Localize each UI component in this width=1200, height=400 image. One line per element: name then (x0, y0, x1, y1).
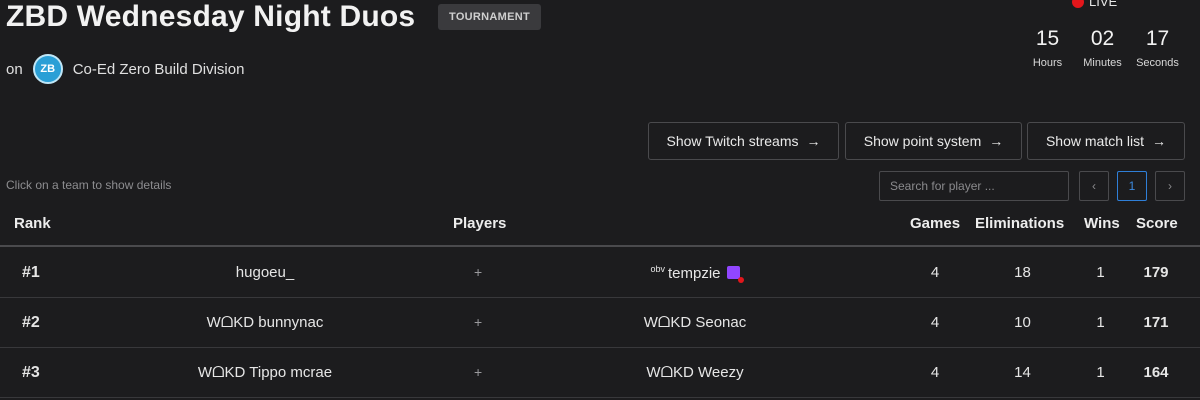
arrow-right-icon: → (1152, 133, 1167, 149)
header-score[interactable]: Score (1136, 215, 1178, 232)
division-logo[interactable]: ZB (32, 54, 63, 84)
player-search-input[interactable] (879, 171, 1069, 201)
countdown-label: Hours (1032, 57, 1063, 69)
player-tag: obv (650, 264, 665, 274)
show-match-list-button[interactable]: Show match list → (1027, 122, 1185, 160)
button-label: Show point system (863, 133, 982, 149)
team-separator: + (474, 364, 483, 380)
team-separator: + (474, 314, 483, 330)
header-players: Players (453, 215, 507, 232)
eliminations-cell: 14 (1014, 364, 1031, 381)
arrow-right-icon: → (989, 133, 1004, 149)
games-cell: 4 (930, 264, 940, 281)
button-label: Show match list (1045, 133, 1145, 149)
show-point-system-button[interactable]: Show point system → (845, 122, 1022, 160)
rank-cell: #1 (22, 264, 40, 281)
tournament-badge: TOURNAMENT (438, 4, 542, 30)
player-name: WᗝKD bunnynac (206, 314, 324, 331)
countdown-minutes: 02 Minutes (1075, 27, 1130, 69)
prev-page-button[interactable]: ‹ (1079, 171, 1109, 201)
countdown-value: 17 (1145, 27, 1170, 50)
player-name: WᗝKD Tippo mcrae (197, 364, 333, 381)
countdown-seconds: 17 Seconds (1130, 27, 1185, 69)
next-page-button[interactable]: › (1155, 171, 1185, 201)
page-title: ZBD Wednesday Night Duos (6, 0, 416, 33)
table-row[interactable]: #2 WᗝKD bunnynac + WᗝKD Seonac 4 10 1 17… (0, 298, 1200, 348)
header-rank[interactable]: Rank (14, 215, 51, 232)
player-name: WᗝKD Weezy (646, 364, 744, 381)
arrow-right-icon: → (806, 133, 821, 149)
countdown-label: Minutes (1083, 57, 1122, 69)
games-cell: 4 (930, 314, 940, 331)
rank-cell: #3 (22, 364, 40, 381)
countdown-value: 15 (1035, 27, 1060, 50)
on-prefix: on (6, 60, 23, 78)
countdown-value: 02 (1090, 27, 1115, 50)
score-cell: 179 (1143, 264, 1169, 281)
header-eliminations[interactable]: Eliminations (975, 215, 1064, 232)
live-label: LIVE (1089, 0, 1118, 9)
eliminations-cell: 18 (1014, 264, 1031, 281)
live-dot-icon (1072, 0, 1084, 8)
page-1-button[interactable]: 1 (1117, 171, 1147, 201)
score-cell: 171 (1143, 314, 1169, 331)
player-name: WᗝKD Seonac (643, 314, 747, 331)
wins-cell: 1 (1096, 314, 1105, 331)
header-wins[interactable]: Wins (1084, 215, 1120, 232)
show-twitch-streams-button[interactable]: Show Twitch streams → (648, 122, 839, 160)
eliminations-cell: 10 (1014, 314, 1031, 331)
live-indicator: LIVE (1072, 0, 1117, 9)
table-header: Rank Players Games Eliminations Wins Sco… (0, 203, 1200, 247)
countdown-label: Seconds (1136, 57, 1179, 69)
team-separator: + (474, 264, 483, 280)
table-row[interactable]: #1 hugoeu_ + obv tempzie 4 18 1 179 (0, 248, 1200, 298)
wins-cell: 1 (1096, 364, 1105, 381)
countdown: 15 Hours 02 Minutes 17 Seconds (1020, 27, 1185, 69)
table-row[interactable]: #3 WᗝKD Tippo mcrae + WᗝKD Weezy 4 14 1 … (0, 348, 1200, 398)
score-cell: 164 (1143, 364, 1169, 381)
division-line: on ZB Co-Ed Zero Build Division (6, 54, 244, 84)
wins-cell: 1 (1096, 264, 1105, 281)
division-link[interactable]: Co-Ed Zero Build Division (73, 61, 245, 78)
twitch-live-icon[interactable] (726, 266, 744, 283)
countdown-hours: 15 Hours (1020, 27, 1075, 69)
games-cell: 4 (930, 364, 940, 381)
player-cell: obv tempzie (600, 264, 790, 283)
player-name: hugoeu_ (235, 264, 295, 281)
player-name: tempzie (667, 265, 721, 282)
rank-cell: #2 (22, 314, 40, 331)
button-label: Show Twitch streams (666, 133, 799, 149)
hint-text: Click on a team to show details (6, 178, 172, 192)
header-games[interactable]: Games (910, 215, 960, 232)
